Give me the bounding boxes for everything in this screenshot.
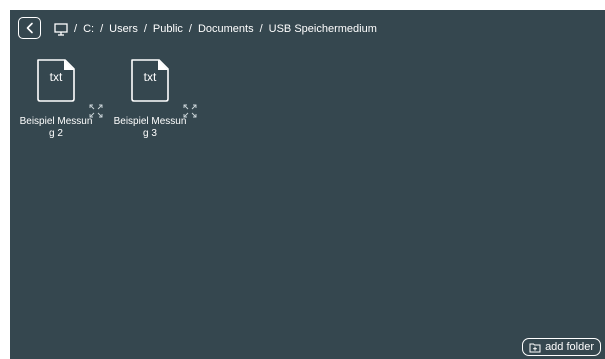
breadcrumb-separator: / <box>143 23 147 35</box>
breadcrumb-separator: / <box>188 23 192 35</box>
file-item[interactable]: txt Beispiel Messung 2 <box>17 59 103 154</box>
breadcrumb-separator: / <box>259 23 263 35</box>
breadcrumb: / C: / Users / Public / Documents / USB … <box>54 19 377 39</box>
breadcrumb-item-users[interactable]: Users <box>109 23 138 35</box>
add-folder-label: add folder <box>545 341 594 353</box>
folder-plus-icon <box>529 343 541 352</box>
breadcrumb-item-public[interactable]: Public <box>153 23 183 35</box>
file-name: Beispiel Messung 2 <box>19 116 93 139</box>
file-name: Beispiel Messung 3 <box>113 116 187 139</box>
file-extension-label: txt <box>49 70 63 84</box>
add-folder-button[interactable]: add folder <box>522 338 601 356</box>
back-button[interactable] <box>18 17 41 39</box>
chevron-left-icon <box>26 22 33 34</box>
breadcrumb-separator: / <box>74 23 78 35</box>
file-extension-label: txt <box>143 70 157 84</box>
file-item[interactable]: txt Beispiel Messung 3 <box>111 59 197 154</box>
file-browser: / C: / Users / Public / Documents / USB … <box>10 10 605 359</box>
breadcrumb-item-documents[interactable]: Documents <box>198 23 254 35</box>
breadcrumb-separator: / <box>100 23 104 35</box>
breadcrumb-item-usb[interactable]: USB Speichermedium <box>269 23 377 35</box>
computer-icon[interactable] <box>54 22 68 36</box>
breadcrumb-item-drive[interactable]: C: <box>83 23 94 35</box>
